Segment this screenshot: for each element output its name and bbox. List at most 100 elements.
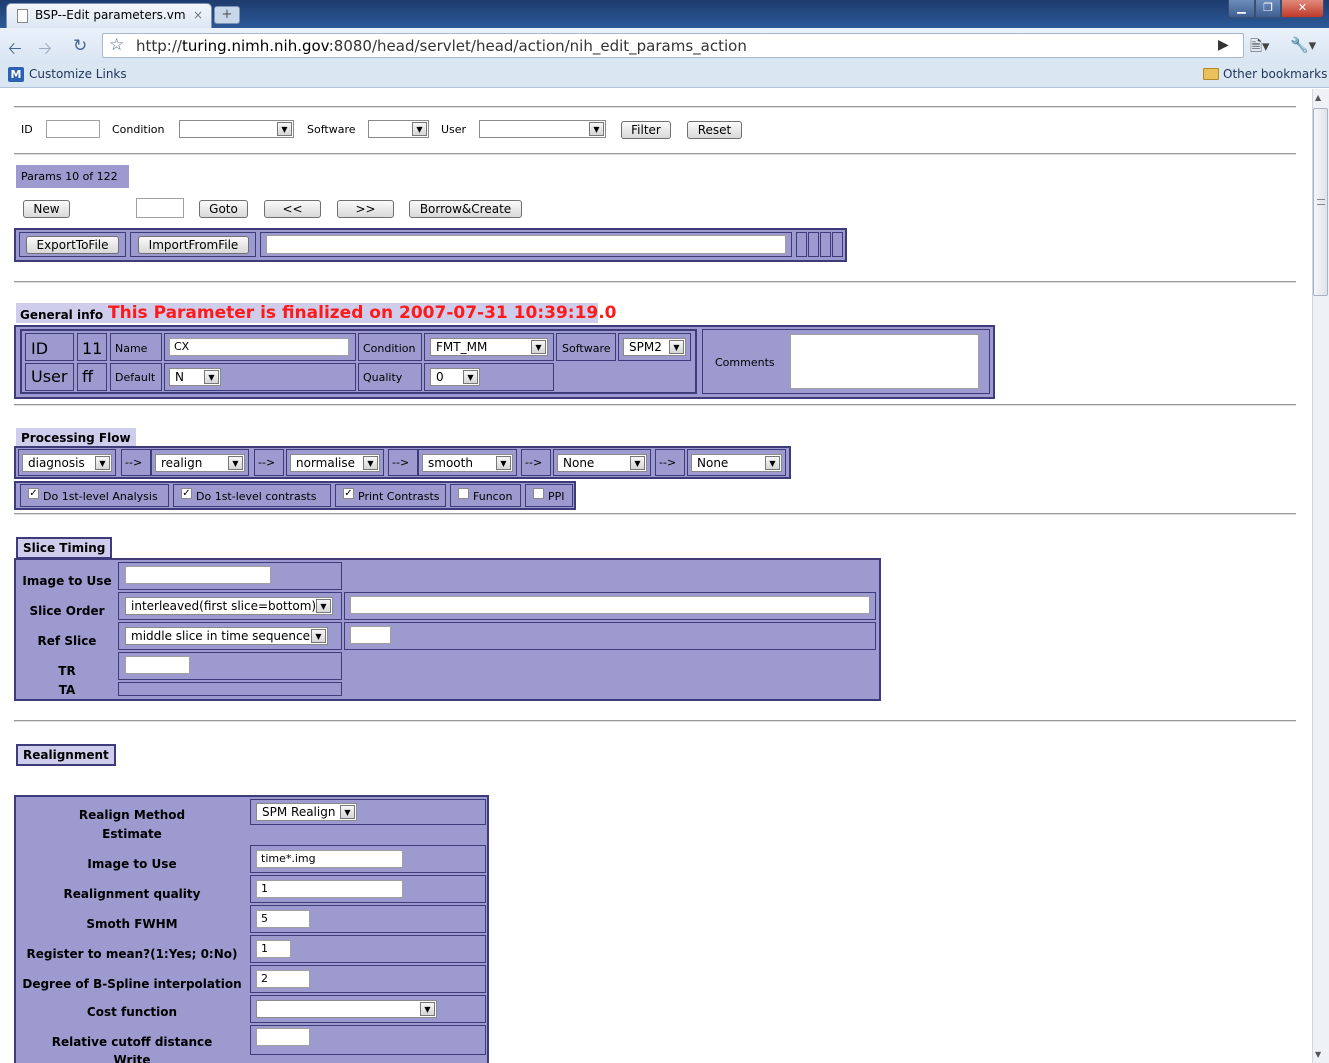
forward-icon[interactable]: 🡢 [38, 36, 52, 65]
filter-software-label: Software [307, 123, 356, 136]
slice-image-input[interactable] [125, 566, 271, 584]
bookmarks-bar [0, 63, 1329, 88]
checkbox-label: Do 1st-level Analysis [43, 490, 158, 503]
checkbox[interactable]: ✓ [181, 488, 192, 499]
play-icon[interactable]: ▶ [1218, 37, 1229, 53]
flow-arrow: --> [525, 456, 543, 469]
chevron-down-icon: ▼ [316, 599, 331, 613]
filter-id-input[interactable] [46, 120, 100, 138]
realign-method-label: Realign Method [78, 808, 186, 822]
divider [14, 153, 1296, 155]
divider [14, 720, 1296, 722]
realign-quality-input[interactable]: 1 [256, 880, 403, 898]
divider [14, 513, 1296, 515]
divider [14, 404, 1296, 406]
filter-condition-label: Condition [112, 123, 165, 136]
params-count: Params 10 of 122 [16, 165, 129, 188]
flow-step-select[interactable]: diagnosis ▼ [22, 454, 112, 472]
goto-input[interactable] [136, 198, 184, 218]
reload-icon[interactable]: ↻ [73, 36, 87, 56]
filter-condition-select[interactable]: ▼ [179, 120, 294, 138]
scroll-down-icon[interactable]: ▼ [1315, 1050, 1321, 1059]
slice-timing-header: Slice Timing [16, 537, 113, 559]
spline-input[interactable]: 2 [256, 970, 310, 988]
cost-function-select[interactable]: ▼ [256, 1000, 437, 1018]
tab-title: BSP--Edit parameters.vm [35, 8, 186, 22]
flow-step-select[interactable]: None ▼ [557, 454, 647, 472]
scrollbar-thumb[interactable] [1313, 108, 1328, 296]
flow-arrow: --> [125, 456, 143, 469]
scroll-up-icon[interactable]: ▲ [1315, 93, 1321, 102]
filter-user-label: User [441, 123, 467, 136]
realignment-header: Realignment [16, 744, 116, 766]
quality-select[interactable]: 0 ▼ [430, 368, 480, 386]
tab-close-icon[interactable]: × [193, 8, 203, 22]
finalized-notice: This Parameter is finalized on 2007-07-3… [108, 303, 617, 323]
chevron-down-icon: ▼ [311, 629, 326, 643]
borrow-create-button[interactable]: Borrow&Create [409, 200, 522, 218]
spline-label: Degree of B-Spline interpolation [22, 977, 242, 991]
slice-image-label: Image to Use [22, 574, 112, 588]
folder-icon [1203, 68, 1219, 80]
next-button[interactable]: >> [337, 200, 394, 218]
filter-button[interactable]: Filter [621, 121, 671, 139]
tr-label: TR [58, 664, 76, 678]
chevron-down-icon: ▼ [589, 122, 604, 136]
file-path-input[interactable] [266, 235, 786, 254]
checkbox[interactable] [533, 488, 544, 499]
browser-tab[interactable]: BSP--Edit parameters.vm × [6, 3, 212, 28]
reset-button[interactable]: Reset [687, 121, 742, 139]
slice-order-custom-input[interactable] [350, 596, 870, 614]
minimize-button[interactable]: ▁ [1228, 0, 1255, 18]
checkbox[interactable] [458, 488, 469, 499]
tr-input[interactable] [125, 656, 190, 674]
cutoff-input[interactable] [256, 1028, 310, 1046]
realign-quality-label: Realignment quality [63, 887, 201, 901]
fwhm-input[interactable]: 5 [256, 910, 310, 928]
bookmark-customize-links[interactable]: Customize Links [29, 67, 127, 81]
checkbox[interactable]: ✓ [28, 488, 39, 499]
goto-button[interactable]: Goto [199, 200, 248, 218]
prev-button[interactable]: << [264, 200, 321, 218]
filter-user-select[interactable]: ▼ [479, 120, 606, 138]
realign-image-label: Image to Use [87, 857, 177, 871]
flow-step-select[interactable]: normalise ▼ [290, 454, 380, 472]
new-tab-button[interactable]: + [214, 6, 240, 24]
register-mean-input[interactable]: 1 [256, 940, 291, 958]
condition-select[interactable]: FMT_MM ▼ [430, 338, 548, 356]
cutoff-label: Relative cutoff distance [51, 1035, 213, 1049]
filter-software-select[interactable]: ▼ [368, 120, 429, 138]
name-input[interactable]: CX [169, 338, 349, 356]
checkbox-label: Funcon [473, 490, 513, 503]
url-text[interactable]: http://turing.nimh.nih.gov:8080/head/ser… [136, 37, 747, 55]
flow-arrow: --> [659, 456, 677, 469]
star-icon[interactable]: ☆ [109, 35, 124, 55]
ref-slice-select[interactable]: middle slice in time sequence ▼ [125, 627, 328, 645]
slice-order-select[interactable]: interleaved(first slice=bottom) ▼ [125, 597, 333, 615]
ref-slice-input[interactable] [350, 626, 391, 644]
flow-step-select[interactable]: None ▼ [691, 454, 782, 472]
id-value: 11 [82, 339, 103, 358]
software-select[interactable]: SPM2 ▼ [623, 338, 686, 356]
realign-image-input[interactable]: time*.img [256, 850, 403, 868]
flow-step-select[interactable]: realign ▼ [155, 454, 245, 472]
checkbox-label: Print Contrasts [358, 490, 440, 503]
export-button[interactable]: ExportToFile [26, 236, 119, 254]
bookmark-other[interactable]: Other bookmarks [1223, 67, 1327, 81]
realign-method-select[interactable]: SPM Realign ▼ [256, 803, 357, 821]
new-button[interactable]: New [23, 200, 70, 218]
maximize-button[interactable]: ❐ [1255, 0, 1281, 18]
processing-flow-header: Processing Flow [16, 428, 136, 448]
wrench-icon[interactable]: 🔧▾ [1290, 36, 1316, 54]
page-menu-icon[interactable]: 🗎▾ [1250, 36, 1270, 61]
back-icon[interactable]: 🡠 [8, 36, 22, 65]
checkbox[interactable]: ✓ [343, 488, 354, 499]
estimate-label: Estimate [102, 827, 162, 841]
chevron-down-icon: ▼ [204, 370, 219, 384]
write-label: Write [113, 1055, 151, 1063]
default-select[interactable]: N ▼ [169, 368, 221, 386]
close-window-button[interactable]: ✕ [1281, 0, 1324, 18]
flow-step-select[interactable]: smooth ▼ [422, 454, 513, 472]
import-button[interactable]: ImportFromFile [138, 236, 249, 254]
comments-textarea[interactable] [790, 334, 979, 389]
